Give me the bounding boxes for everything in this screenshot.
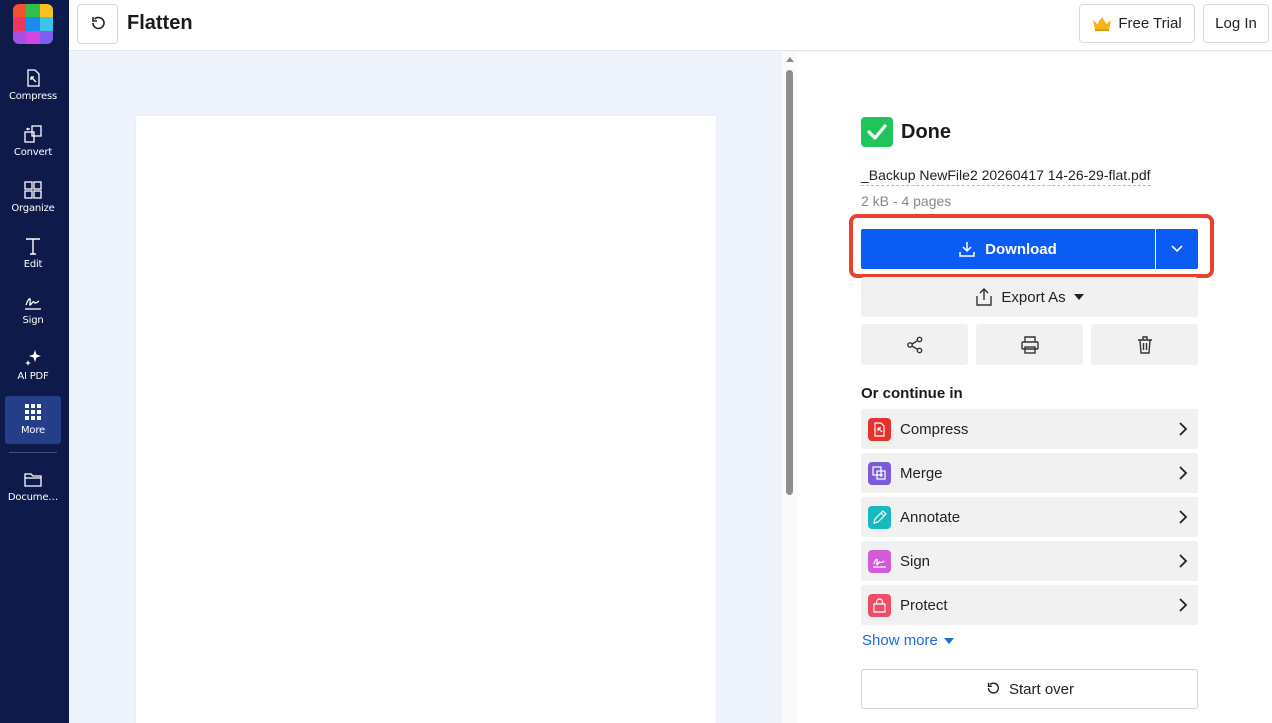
scroll-up-arrow-icon[interactable]: [786, 57, 794, 62]
trash-icon: [1137, 335, 1152, 354]
compress-icon: [27, 69, 40, 87]
sidebar-item-compress[interactable]: Compress: [5, 62, 61, 110]
edit-icon: [26, 238, 40, 255]
show-more-link[interactable]: Show more: [862, 632, 954, 649]
organize-icon: [24, 181, 42, 199]
continue-item-protect[interactable]: Protect: [861, 585, 1198, 625]
left-sidebar: Compress Convert Organize Edit Sign AI P…: [0, 0, 69, 723]
export-as-label: Export As: [1001, 288, 1066, 306]
sidebar-item-label: Convert: [13, 147, 53, 158]
continue-item-label: Sign: [900, 552, 931, 570]
continue-item-sign[interactable]: Sign: [861, 541, 1198, 581]
done-status: Done: [861, 117, 951, 147]
start-over-label: Start over: [1008, 680, 1075, 698]
export-as-button[interactable]: Export As: [861, 277, 1198, 317]
print-button[interactable]: [976, 324, 1083, 365]
checkmark-icon: [861, 117, 893, 147]
sign-tool-icon: [868, 549, 891, 573]
undo-button[interactable]: [77, 4, 118, 44]
document-viewer: [69, 52, 782, 723]
delete-button[interactable]: [1091, 324, 1198, 365]
ai-sparkle-icon: [25, 350, 41, 366]
result-panel: Done _Backup NewFile2 20260417 14-26-29-…: [797, 52, 1272, 723]
free-trial-button[interactable]: Free Trial: [1079, 4, 1195, 43]
sidebar-item-convert[interactable]: Convert: [5, 118, 61, 166]
sidebar-item-more[interactable]: More: [5, 396, 61, 444]
continue-item-label: Merge: [900, 464, 943, 482]
caret-down-icon: [943, 637, 954, 644]
download-highlight-box: [849, 214, 1214, 278]
convert-icon: [24, 125, 42, 143]
compress-tool-icon: [868, 417, 891, 441]
chevron-right-icon: [1179, 598, 1188, 612]
done-label: Done: [901, 120, 951, 143]
continue-item-merge[interactable]: Merge: [861, 453, 1198, 493]
share-button[interactable]: [861, 324, 968, 365]
start-over-button[interactable]: Start over: [861, 669, 1198, 709]
file-meta: 2 kB - 4 pages: [861, 193, 952, 209]
top-bar: Flatten Free Trial Log In: [69, 0, 1272, 51]
continue-item-annotate[interactable]: Annotate: [861, 497, 1198, 537]
print-icon: [1020, 335, 1039, 354]
undo-icon: [91, 16, 105, 30]
continue-item-label: Compress: [900, 420, 969, 438]
chevron-right-icon: [1179, 422, 1188, 436]
sidebar-item-sign[interactable]: Sign: [5, 286, 61, 334]
restart-icon: [987, 682, 999, 694]
file-name[interactable]: _Backup NewFile2 20260417 14-26-29-flat.…: [861, 167, 1151, 186]
sidebar-item-label: AI PDF: [17, 371, 49, 382]
sidebar-item-label: Edit: [23, 259, 43, 270]
chevron-right-icon: [1179, 466, 1188, 480]
sidebar-item-label: Compress: [8, 91, 58, 102]
sidebar-item-organize[interactable]: Organize: [5, 174, 61, 222]
chevron-right-icon: [1179, 554, 1188, 568]
export-icon: [976, 288, 993, 306]
caret-down-icon: [1073, 294, 1084, 300]
sidebar-divider: [9, 452, 57, 453]
share-icon: [906, 336, 922, 353]
login-button[interactable]: Log In: [1203, 4, 1269, 43]
sidebar-item-label: Sign: [22, 315, 44, 326]
continue-item-label: Protect: [900, 596, 948, 614]
protect-tool-icon: [868, 593, 891, 617]
sign-icon: [25, 298, 41, 310]
pdf-page-preview: [136, 116, 716, 723]
crown-icon: [1093, 16, 1112, 31]
sidebar-item-label: Docume…: [7, 492, 59, 503]
grid-icon: [25, 404, 41, 420]
sidebar-item-ai-pdf[interactable]: AI PDF: [5, 342, 61, 390]
show-more-label: Show more: [862, 632, 938, 649]
app-logo[interactable]: [13, 4, 53, 44]
continue-section-title: Or continue in: [861, 385, 963, 402]
continue-item-label: Annotate: [900, 508, 961, 526]
folder-icon: [24, 473, 42, 487]
scrollbar-thumb[interactable]: [786, 70, 793, 495]
annotate-tool-icon: [868, 505, 891, 529]
page-title: Flatten: [127, 12, 193, 34]
free-trial-label: Free Trial: [1118, 15, 1182, 32]
merge-tool-icon: [868, 461, 891, 485]
sidebar-item-documents[interactable]: Docume…: [5, 463, 61, 511]
sidebar-item-label: Organize: [11, 203, 55, 214]
continue-item-compress[interactable]: Compress: [861, 409, 1198, 449]
sidebar-item-edit[interactable]: Edit: [5, 230, 61, 278]
sidebar-item-label: More: [21, 425, 45, 436]
chevron-right-icon: [1179, 510, 1188, 524]
